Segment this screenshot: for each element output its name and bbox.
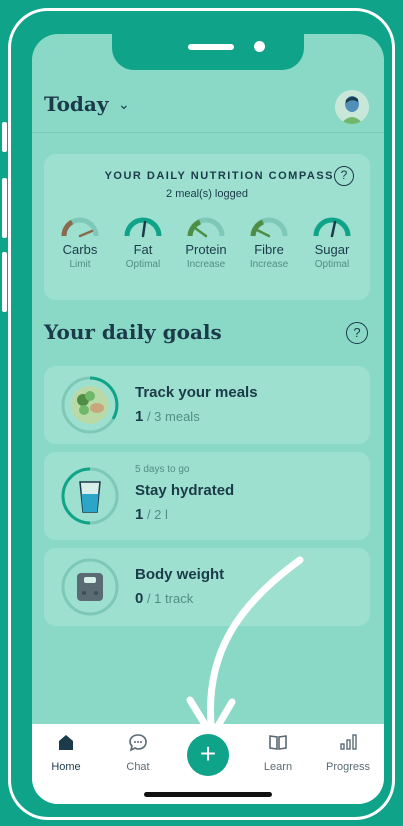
gauge-name: Sugar xyxy=(314,242,350,257)
header-divider xyxy=(32,132,384,133)
help-icon[interactable]: ? xyxy=(346,322,368,344)
tab-label: Learn xyxy=(263,761,293,773)
gauge-name: Protein xyxy=(185,242,227,257)
gauge-protein[interactable]: Protein Increase xyxy=(176,216,236,270)
side-button xyxy=(2,252,7,312)
gauge-dial-icon xyxy=(313,217,351,238)
gauge-name: Fibre xyxy=(254,242,284,257)
gauge-carbs[interactable]: Carbs Limit xyxy=(50,216,110,270)
gauge-dial-icon xyxy=(124,217,162,238)
goal-target: / 1 track xyxy=(143,591,194,606)
book-icon xyxy=(269,735,287,750)
chevron-down-icon[interactable]: ⌄ xyxy=(118,96,130,113)
tab-home[interactable]: Home xyxy=(36,732,96,773)
gauge-dial-icon xyxy=(250,217,288,238)
goal-target: / 3 meals xyxy=(143,409,200,424)
tab-label: Chat xyxy=(126,761,150,773)
app-screen: Today ⌄ YOUR DAILY NUTRITION COMPASS ? 2… xyxy=(32,34,384,804)
side-button xyxy=(2,178,7,238)
chat-icon xyxy=(129,734,147,752)
goal-stay-hydrated[interactable]: 5 days to go Stay hydrated 1 / 2 l xyxy=(44,452,370,540)
side-button xyxy=(2,122,7,152)
gauge-status: Optimal xyxy=(125,259,161,270)
gauge-name: Fat xyxy=(133,242,153,257)
goal-target: / 2 l xyxy=(143,507,168,522)
goal-track-meals[interactable]: Track your meals 1 / 3 meals xyxy=(44,366,370,444)
salad-plate-icon xyxy=(61,376,119,434)
gauge-status: Optimal xyxy=(314,259,350,270)
tab-bar: Home Chat + Learn Progress xyxy=(32,724,384,804)
goal-title: Stay hydrated xyxy=(135,482,235,499)
gauge-fat[interactable]: Fat Optimal xyxy=(113,216,173,270)
nutrition-compass-card[interactable]: YOUR DAILY NUTRITION COMPASS ? 2 meal(s)… xyxy=(44,154,370,300)
goal-title: Body weight xyxy=(135,566,225,583)
goal-progress: 1 / 3 meals xyxy=(135,408,200,425)
header: Today ⌄ xyxy=(32,90,384,134)
compass-title: YOUR DAILY NUTRITION COMPASS xyxy=(104,170,334,182)
tab-label: Progress xyxy=(325,761,371,773)
tab-progress[interactable]: Progress xyxy=(318,732,378,773)
help-icon[interactable]: ? xyxy=(334,166,354,186)
home-indicator xyxy=(144,792,272,797)
gauge-fibre[interactable]: Fibre Increase xyxy=(239,216,299,270)
scale-icon xyxy=(61,558,119,616)
gauge-dial-icon xyxy=(187,217,225,238)
meals-logged-text: 2 meal(s) logged xyxy=(166,188,248,200)
goal-progress: 0 / 1 track xyxy=(135,590,193,607)
home-icon xyxy=(59,735,73,750)
gauge-sugar[interactable]: Sugar Optimal xyxy=(302,216,362,270)
add-button[interactable]: + xyxy=(187,734,229,776)
speaker xyxy=(188,44,234,50)
bar-chart-icon xyxy=(340,734,357,750)
gauge-name: Carbs xyxy=(62,242,98,257)
gauge-status: Increase xyxy=(186,259,226,270)
notch xyxy=(112,34,304,70)
gauge-status: Increase xyxy=(249,259,289,270)
tab-chat[interactable]: Chat xyxy=(108,732,168,773)
gauge-status: Limit xyxy=(69,259,91,270)
tab-label: Home xyxy=(51,761,81,773)
avatar[interactable] xyxy=(335,90,369,124)
camera xyxy=(254,41,265,52)
goal-title: Track your meals xyxy=(135,384,258,401)
date-selector-title[interactable]: Today xyxy=(44,92,109,116)
goal-days-left: 5 days to go xyxy=(135,464,190,475)
tab-learn[interactable]: Learn xyxy=(248,732,308,773)
water-glass-icon xyxy=(61,467,119,525)
gauge-dial-icon xyxy=(61,217,99,238)
goals-title: Your daily goals xyxy=(44,320,222,344)
goal-body-weight[interactable]: Body weight 0 / 1 track xyxy=(44,548,370,626)
goal-progress: 1 / 2 l xyxy=(135,506,168,523)
